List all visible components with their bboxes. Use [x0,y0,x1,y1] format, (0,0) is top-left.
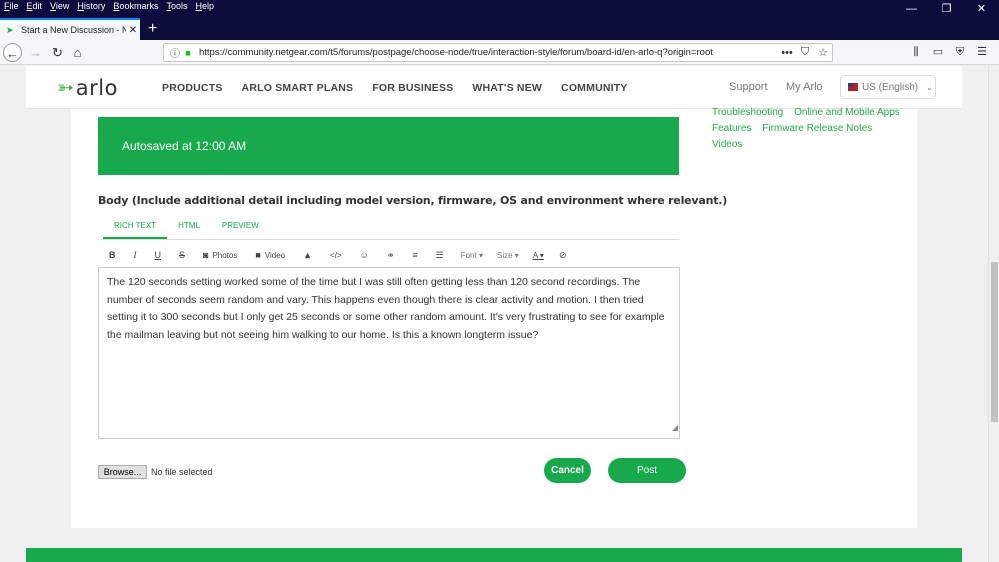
menu-edit[interactable]: Edit [27,1,43,14]
link-videos[interactable]: Videos [712,139,742,150]
menu-bookmarks[interactable]: Bookmarks [113,1,158,14]
editor-toolbar: B I U S ◙ Photos ■ Video ▲ </> ☺ ⚭ ≡ ☰ F… [98,244,679,266]
support-link[interactable]: Support [729,81,768,93]
footer-strip [26,548,962,562]
link-firmware-release-notes[interactable]: Firmware Release Notes [762,123,872,134]
main-content: Troubleshooting Online and Mobile Apps F… [71,107,917,528]
size-label: Size [496,250,513,260]
minimize-button[interactable]: — [894,0,929,18]
no-file-label: No file selected [151,467,213,477]
nav-smart-plans[interactable]: ARLO SMART PLANS [242,82,354,94]
menu-bar: File Edit View History Bookmarks Tools H… [4,1,222,14]
tab-html[interactable]: HTML [167,213,211,239]
chevron-down-icon: ⌄ [926,82,933,92]
font-dropdown[interactable]: Font ▾ [461,251,483,260]
menu-view[interactable]: View [50,1,69,14]
browser-titlebar: File Edit View History Bookmarks Tools H… [0,0,999,40]
cancel-button[interactable]: Cancel [544,458,591,483]
font-label: Font [460,250,477,260]
link-features[interactable]: Features [712,123,751,134]
link-online-mobile-apps[interactable]: Online and Mobile Apps [794,107,900,118]
my-arlo-link[interactable]: My Arlo [786,81,823,93]
back-arrow-icon[interactable]: ← [3,43,22,62]
page-viewport: ➳ arlo PRODUCTS ARLO SMART PLANS FOR BUS… [0,66,988,562]
bold-button[interactable]: B [109,250,116,260]
post-button[interactable]: Post [608,458,686,483]
nav-for-business[interactable]: FOR BUSINESS [372,82,453,94]
spoiler-warning-icon[interactable]: ▲ [303,250,312,260]
library-icon[interactable]: ⫼ [905,43,927,62]
size-dropdown[interactable]: Size ▾ [497,251,519,260]
resize-grip-icon[interactable]: ◢ [672,419,678,437]
arlo-logo[interactable]: ➳ arlo [57,76,118,100]
underline-button[interactable]: U [155,250,162,260]
body-field-label: Body (Include additional detail includin… [98,194,728,207]
sidebar-icon[interactable]: ▭ [927,43,949,62]
info-icon[interactable]: ⓘ [168,45,182,60]
navigation-toolbar: ← → ↻ ⌂ ⓘ ■ https://community.netgear.co… [0,40,999,65]
autosave-banner: Autosaved at 12:00 AM [98,117,679,175]
tab-title: Start a New Discussion - NETGEAR [21,25,126,35]
page-scrollbar[interactable] [988,66,999,562]
camera-icon: ◙ [203,250,209,260]
hamburger-menu-icon[interactable]: ☰ [971,43,993,62]
bookmark-star-icon[interactable]: ☆ [814,46,832,59]
reload-icon[interactable]: ↻ [48,43,67,62]
url-text[interactable]: https://community.netgear.com/t5/forums/… [199,47,778,58]
language-selector[interactable]: US (English) ⌄ [840,75,936,99]
home-icon[interactable]: ⌂ [68,43,87,62]
shield-icon[interactable]: ⛨ [949,43,971,62]
lock-icon[interactable]: ■ [182,48,194,58]
link-icon[interactable]: ⚭ [387,250,395,261]
main-nav: PRODUCTS ARLO SMART PLANS FOR BUSINESS W… [162,82,647,94]
menu-tools[interactable]: Tools [166,1,187,14]
arlo-bird-icon: ➳ [57,77,74,99]
video-label: Video [264,250,286,260]
menu-history[interactable]: History [77,1,105,14]
italic-button[interactable]: I [134,250,137,260]
link-troubleshooting[interactable]: Troubleshooting [712,107,783,118]
close-window-button[interactable]: ✕ [964,0,999,18]
restore-button[interactable]: ❐ [929,0,964,18]
text-color-dropdown[interactable]: A ▾ [533,251,544,260]
window-controls: — ❐ ✕ [894,0,999,18]
photos-button[interactable]: ◙ Photos [203,250,237,260]
sidebar-links: Troubleshooting Online and Mobile Apps F… [712,105,908,153]
tab-rich-text[interactable]: RICH TEXT [103,213,168,239]
tab-close-icon[interactable]: ✕ [126,25,140,36]
nav-products[interactable]: PRODUCTS [162,82,223,94]
address-bar[interactable]: ⓘ ■ https://community.netgear.com/t5/for… [163,43,833,62]
menu-help[interactable]: Help [195,1,214,14]
nav-community[interactable]: COMMUNITY [561,82,628,94]
emoji-icon[interactable]: ☺ [360,250,369,260]
toolbar-right: ⫼ ▭ ⛨ ☰ [905,43,993,62]
numbered-list-icon[interactable]: ≡ [412,250,417,260]
page-actions-icon[interactable]: ••• [778,47,796,59]
logo-text: arlo [75,76,118,100]
browser-tab[interactable]: ➤ Start a New Discussion - NETGEAR ✕ [0,18,140,40]
video-button[interactable]: ■ Video [255,250,285,260]
video-camera-icon: ■ [255,250,261,260]
bullet-list-icon[interactable]: ☰ [436,250,444,261]
tab-preview[interactable]: PREVIEW [211,213,270,239]
nav-whats-new[interactable]: WHAT'S NEW [472,82,542,94]
language-label: US (English) [862,81,919,93]
site-header: ➳ arlo PRODUCTS ARLO SMART PLANS FOR BUS… [26,66,962,109]
scrollbar-thumb[interactable] [991,262,998,422]
us-flag-icon [848,83,858,91]
netgear-favicon-icon: ➤ [6,25,14,35]
menu-file[interactable]: File [4,1,19,14]
browse-button[interactable]: Browse... [98,465,147,479]
new-tab-button[interactable]: + [148,19,157,39]
code-icon[interactable]: </> [330,251,342,260]
body-text[interactable]: The 120 seconds setting worked some of t… [107,276,665,341]
forward-arrow-icon[interactable]: → [26,43,45,62]
clear-formatting-icon[interactable]: ⊘ [559,250,567,261]
editor-tabs: RICH TEXT HTML PREVIEW [103,213,679,240]
body-editor[interactable]: The 120 seconds setting worked some of t… [98,267,680,439]
color-label: A [532,250,538,260]
strikethrough-button[interactable]: S [179,250,185,260]
pocket-icon[interactable]: ⛉ [796,46,814,59]
photos-label: Photos [212,250,238,260]
